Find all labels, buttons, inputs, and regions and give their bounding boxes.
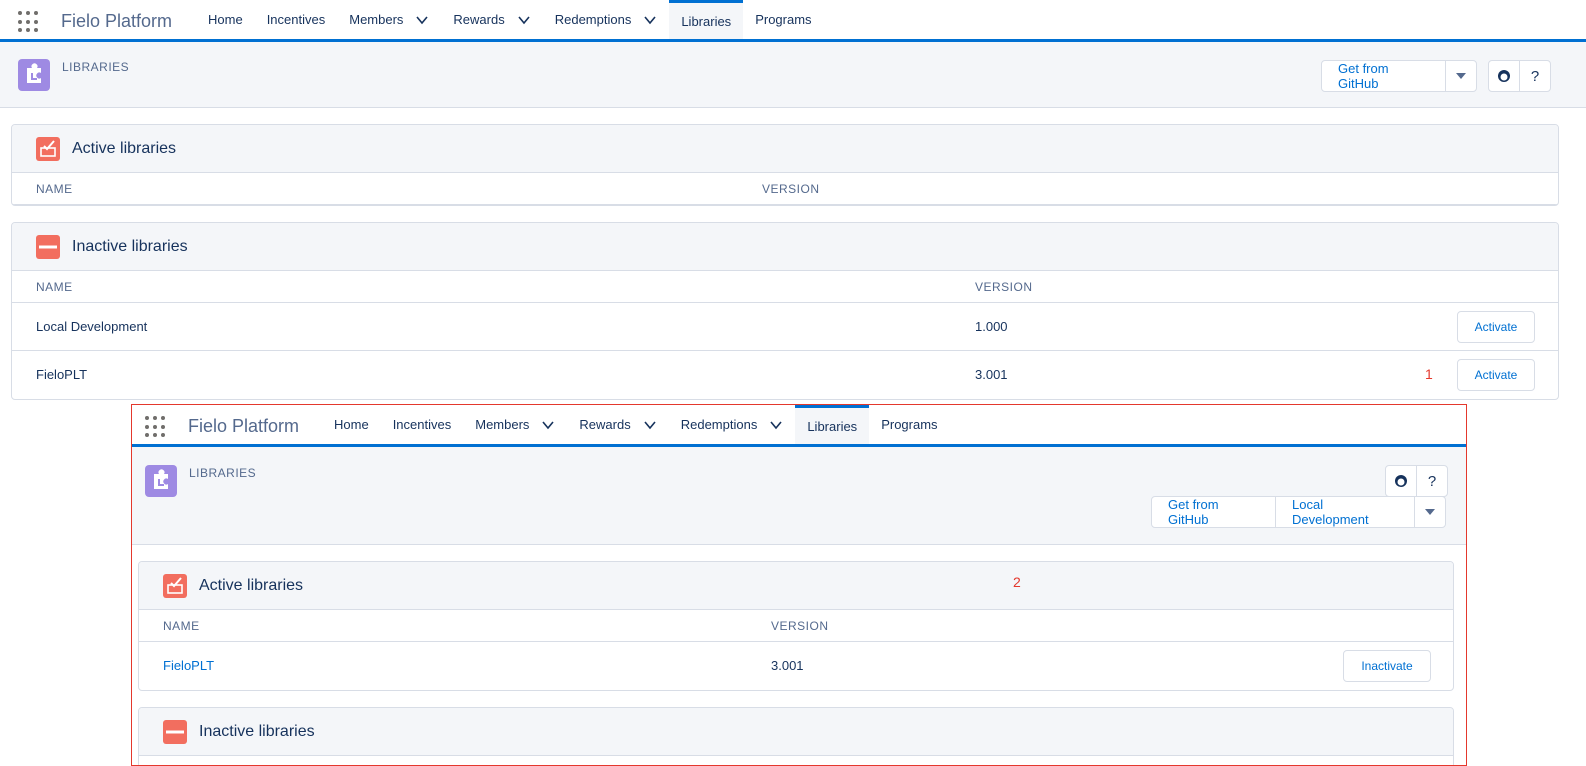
library-version: 1.000 [975,319,1008,334]
tab-members[interactable]: Members [337,0,441,39]
active-libraries-card: Active libraries NAME VERSION [11,124,1559,206]
inactive-libraries-card: Inactive libraries [138,707,1454,765]
tab-redemptions[interactable]: Redemptions [669,405,796,444]
astro-icon[interactable] [1488,60,1520,92]
card-title: Inactive libraries [199,722,315,740]
tab-libraries[interactable]: Libraries [669,0,744,39]
minus-icon [163,719,187,744]
chevron-down-icon[interactable] [643,418,657,432]
table-row: Local Development 1.000 Activate [12,303,1558,351]
activate-button[interactable]: Activate [1457,311,1535,343]
library-version: 3.001 [975,367,1008,382]
activate-button[interactable]: Activate [1457,359,1535,391]
inactivate-button[interactable]: Inactivate [1343,650,1431,682]
chevron-down-icon[interactable] [517,13,531,27]
card-title: Active libraries [72,139,177,157]
library-name: FieloPLT [36,367,88,382]
page-title: LIBRARIES [189,466,257,480]
col-version: VERSION [771,619,829,633]
app-launcher-icon[interactable] [18,11,40,33]
after-screenshot-frame: Fielo Platform Home Incentives Members R… [131,404,1467,766]
get-from-github-button[interactable]: Get from GitHub [1152,497,1276,527]
table-header: NAME VERSION [12,173,1558,205]
card-title: Inactive libraries [72,237,188,255]
tab-home[interactable]: Home [196,0,255,39]
active-libraries-card: Active libraries 2 NAME VERSION FieloPLT… [138,561,1454,691]
astro-icon[interactable] [1385,465,1417,497]
app-launcher-icon[interactable] [145,416,167,438]
github-button-group: Get from GitHub Local Development [1151,496,1446,528]
tab-programs[interactable]: Programs [743,0,823,39]
puzzle-icon [145,465,177,497]
app-name: Fielo Platform [188,416,300,436]
page-header: LIBRARIES ? Get from GitHub Local Develo… [132,447,1466,545]
table-header: NAME VERSION [139,610,1453,642]
tab-redemptions[interactable]: Redemptions [543,0,670,39]
tab-home[interactable]: Home [322,405,381,444]
chevron-down-icon[interactable] [541,418,555,432]
inactive-libraries-card: Inactive libraries NAME VERSION Local De… [11,222,1559,400]
annotation-marker: 1 [1425,366,1433,382]
minus-icon [36,234,60,259]
approval-icon [36,136,60,161]
help-button[interactable]: ? [1416,465,1448,497]
chevron-down-icon[interactable] [415,13,429,27]
tab-rewards[interactable]: Rewards [567,405,668,444]
chevron-down-icon[interactable] [643,13,657,27]
approval-icon [163,573,187,598]
get-from-github-button[interactable]: Get from GitHub [1322,61,1446,91]
library-version: 3.001 [771,658,804,673]
table-row: FieloPLT 3.001 1 Activate [12,351,1558,399]
app-name: Fielo Platform [61,11,173,31]
puzzle-icon [18,59,50,91]
col-name: NAME [36,280,73,294]
top-navbar: Fielo Platform Home Incentives Members R… [0,0,1586,42]
tab-programs[interactable]: Programs [869,405,949,444]
library-name-link[interactable]: FieloPLT [163,658,214,673]
table-header: NAME VERSION [12,271,1558,303]
tab-libraries[interactable]: Libraries [795,405,870,444]
col-version: VERSION [975,280,1033,294]
page-title: LIBRARIES [62,60,130,74]
top-navbar: Fielo Platform Home Incentives Members R… [132,405,1466,447]
col-name: NAME [36,182,73,196]
tab-incentives[interactable]: Incentives [255,0,338,39]
github-button-group: Get from GitHub [1321,60,1477,92]
table-row: FieloPLT 3.001 Inactivate [139,642,1453,690]
local-development-button[interactable]: Local Development [1276,497,1415,527]
dropdown-button[interactable] [1415,497,1445,527]
annotation-marker: 2 [1013,574,1021,590]
caret-down-icon [1456,73,1466,79]
col-name: NAME [163,619,200,633]
tab-incentives[interactable]: Incentives [381,405,464,444]
col-version: VERSION [762,182,820,196]
library-name: Local Development [36,319,148,334]
caret-down-icon [1425,509,1435,515]
chevron-down-icon[interactable] [769,418,783,432]
card-title: Active libraries [199,576,304,594]
page-header: LIBRARIES Get from GitHub ? [0,42,1586,108]
tab-members[interactable]: Members [463,405,567,444]
help-button[interactable]: ? [1519,60,1551,92]
dropdown-button[interactable] [1446,61,1476,91]
tab-rewards[interactable]: Rewards [441,0,542,39]
